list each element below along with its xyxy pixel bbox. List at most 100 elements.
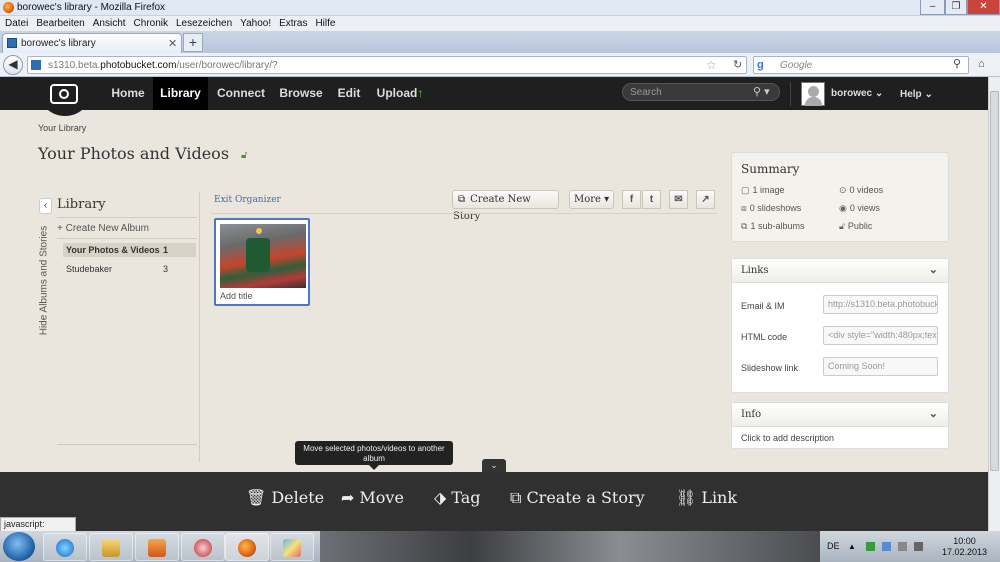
help-label: Help bbox=[900, 89, 922, 100]
tab-bar: borowec's library ✕ + bbox=[0, 31, 1000, 53]
taskbar-app[interactable] bbox=[181, 533, 225, 561]
window-title: borowec's library - Mozilla Firefox bbox=[17, 2, 166, 13]
media-player-icon bbox=[148, 539, 166, 557]
maximize-button[interactable]: ❐ bbox=[945, 0, 967, 15]
delete-button[interactable]: 🗑︎ Delete bbox=[246, 488, 324, 507]
create-album-link[interactable]: + Create New Album bbox=[57, 223, 149, 234]
html-code-field[interactable]: <div style="width:480px;text bbox=[823, 326, 938, 345]
menu-bearbeiten[interactable]: Bearbeiten bbox=[36, 18, 84, 29]
menu-chronik[interactable]: Chronik bbox=[134, 18, 168, 29]
tag-icon: ⬗ bbox=[434, 488, 447, 507]
exit-organizer-link[interactable]: Exit Organizer bbox=[214, 195, 281, 205]
taskbar-explorer[interactable] bbox=[89, 533, 133, 561]
slideshow-link-field[interactable]: Coming Soon! bbox=[823, 357, 938, 376]
menu-datei[interactable]: Datei bbox=[5, 18, 28, 29]
facebook-share-icon[interactable]: f bbox=[622, 190, 641, 209]
email-share-icon[interactable]: ✉ bbox=[669, 190, 688, 209]
clock[interactable]: 10:00 17.02.2013 bbox=[942, 536, 987, 558]
tray-network-icon[interactable] bbox=[882, 542, 891, 551]
close-tab-icon[interactable]: ✕ bbox=[168, 37, 177, 50]
more-dropdown[interactable]: More ▾ bbox=[569, 190, 614, 209]
language-indicator[interactable]: DE bbox=[827, 541, 840, 551]
search-icon[interactable]: ⚲ bbox=[953, 57, 961, 70]
subalbum-count-label: 1 sub-albums bbox=[750, 221, 805, 231]
move-button[interactable]: ➦ Move bbox=[341, 488, 404, 507]
back-button[interactable]: ◀ bbox=[3, 55, 23, 75]
url-bar[interactable]: s1310.beta.photobucket.com/user/borowec/… bbox=[27, 56, 747, 74]
more-label: More bbox=[574, 194, 601, 205]
album-item-studebaker[interactable]: Studebaker 3 bbox=[63, 262, 196, 276]
collapse-actionbar-button[interactable]: ⌄ bbox=[482, 459, 506, 472]
create-story-button[interactable]: ⧉ Create a Story bbox=[510, 488, 645, 508]
taskbar-firefox[interactable] bbox=[225, 533, 269, 561]
home-icon[interactable]: ⌂ bbox=[978, 58, 985, 70]
search-icon[interactable]: ⚲ ▾ bbox=[753, 85, 770, 98]
email-im-label: Email & IM bbox=[741, 301, 785, 311]
privacy-status[interactable]: 🔓︎ Public bbox=[839, 221, 872, 232]
scrollbar-thumb[interactable] bbox=[990, 91, 999, 471]
taskbar-ie[interactable] bbox=[43, 533, 87, 561]
bookmark-star-icon[interactable]: ☆ bbox=[706, 58, 717, 72]
avatar[interactable] bbox=[801, 82, 825, 106]
signal-icon[interactable] bbox=[898, 542, 907, 551]
menu-extras[interactable]: Extras bbox=[279, 18, 307, 29]
url-text: s1310.beta.photobucket.com/user/borowec/… bbox=[48, 60, 278, 71]
nav-edit[interactable]: Edit bbox=[332, 77, 366, 110]
links-header[interactable]: Links ⌄ bbox=[732, 259, 948, 283]
tag-button[interactable]: ⬗ Tag bbox=[434, 488, 481, 507]
tray-arrow-icon[interactable]: ▲ bbox=[848, 542, 857, 551]
browser-search-box[interactable]: g Google ⚲ bbox=[753, 56, 969, 74]
album-name: Studebaker bbox=[66, 264, 113, 274]
menu-yahoo[interactable]: Yahoo! bbox=[240, 18, 271, 29]
menu-ansicht[interactable]: Ansicht bbox=[93, 18, 126, 29]
start-button[interactable] bbox=[3, 532, 35, 561]
page-scrollbar[interactable] bbox=[988, 77, 1000, 531]
unlock-icon[interactable]: 🔓︎ bbox=[241, 150, 247, 161]
minimize-button[interactable]: – bbox=[920, 0, 945, 15]
taskbar-media-player[interactable] bbox=[135, 533, 179, 561]
album-item-your-photos[interactable]: Your Photos & Videos 1 bbox=[63, 243, 196, 257]
external-share-icon[interactable]: ↗ bbox=[696, 190, 715, 209]
nav-browse[interactable]: Browse bbox=[274, 77, 328, 110]
view-count: ◉ 0 views bbox=[839, 203, 880, 214]
chevron-down-icon[interactable]: ⌄ bbox=[929, 407, 938, 420]
tray-app-icon[interactable] bbox=[866, 542, 875, 551]
browser-tab[interactable]: borowec's library ✕ bbox=[2, 33, 182, 53]
user-menu[interactable]: borowec ⌄ bbox=[831, 88, 883, 99]
menu-lesezeichen[interactable]: Lesezeichen bbox=[176, 18, 232, 29]
info-header[interactable]: Info ⌄ bbox=[732, 403, 948, 427]
collapse-library-button[interactable]: ‹ bbox=[39, 198, 52, 214]
close-button[interactable]: ✕ bbox=[967, 0, 1000, 15]
site-identity-icon[interactable] bbox=[31, 60, 41, 70]
nav-home[interactable]: Home bbox=[104, 77, 152, 110]
menu-hilfe[interactable]: Hilfe bbox=[315, 18, 335, 29]
info-description-field[interactable]: Click to add description bbox=[741, 433, 834, 443]
google-icon[interactable]: g bbox=[757, 59, 769, 71]
chevron-down-icon[interactable]: ⌄ bbox=[929, 263, 938, 276]
new-tab-button[interactable]: + bbox=[183, 33, 203, 52]
link-button[interactable]: ⛓︎ Link bbox=[676, 488, 737, 507]
video-count: ⊙ 0 videos bbox=[839, 185, 883, 196]
photo-title-field[interactable]: Add title bbox=[220, 291, 253, 301]
nav-upload[interactable]: Upload↑ bbox=[372, 77, 428, 110]
reload-icon[interactable]: ↻ bbox=[733, 58, 742, 71]
taskbar-paint[interactable] bbox=[270, 533, 314, 561]
action-bar bbox=[0, 472, 988, 531]
browser-search-placeholder: Google bbox=[780, 60, 813, 71]
breadcrumb[interactable]: Your Library bbox=[38, 123, 86, 133]
twitter-share-icon[interactable]: t bbox=[642, 190, 661, 209]
nav-connect[interactable]: Connect bbox=[210, 77, 272, 110]
divider bbox=[211, 213, 717, 214]
upload-arrow-icon: ↑ bbox=[417, 86, 424, 100]
hide-albums-toggle[interactable]: Hide Albums and Stories bbox=[36, 220, 52, 350]
create-new-story-button[interactable]: ⧉ Create New Story bbox=[452, 190, 559, 222]
help-menu[interactable]: Help ⌄ bbox=[900, 89, 933, 100]
nav-library[interactable]: Library bbox=[153, 77, 208, 110]
volume-icon[interactable] bbox=[914, 542, 923, 551]
site-search-input[interactable]: Search ⚲ ▾ bbox=[622, 83, 780, 101]
slideshow-link-label: Slideshow link bbox=[741, 363, 799, 373]
photo-thumbnail[interactable]: Add title bbox=[214, 218, 310, 306]
photo-image[interactable] bbox=[220, 224, 306, 288]
email-im-field[interactable]: http://s1310.beta.photobuck bbox=[823, 295, 938, 314]
site-search-placeholder: Search bbox=[630, 87, 662, 98]
